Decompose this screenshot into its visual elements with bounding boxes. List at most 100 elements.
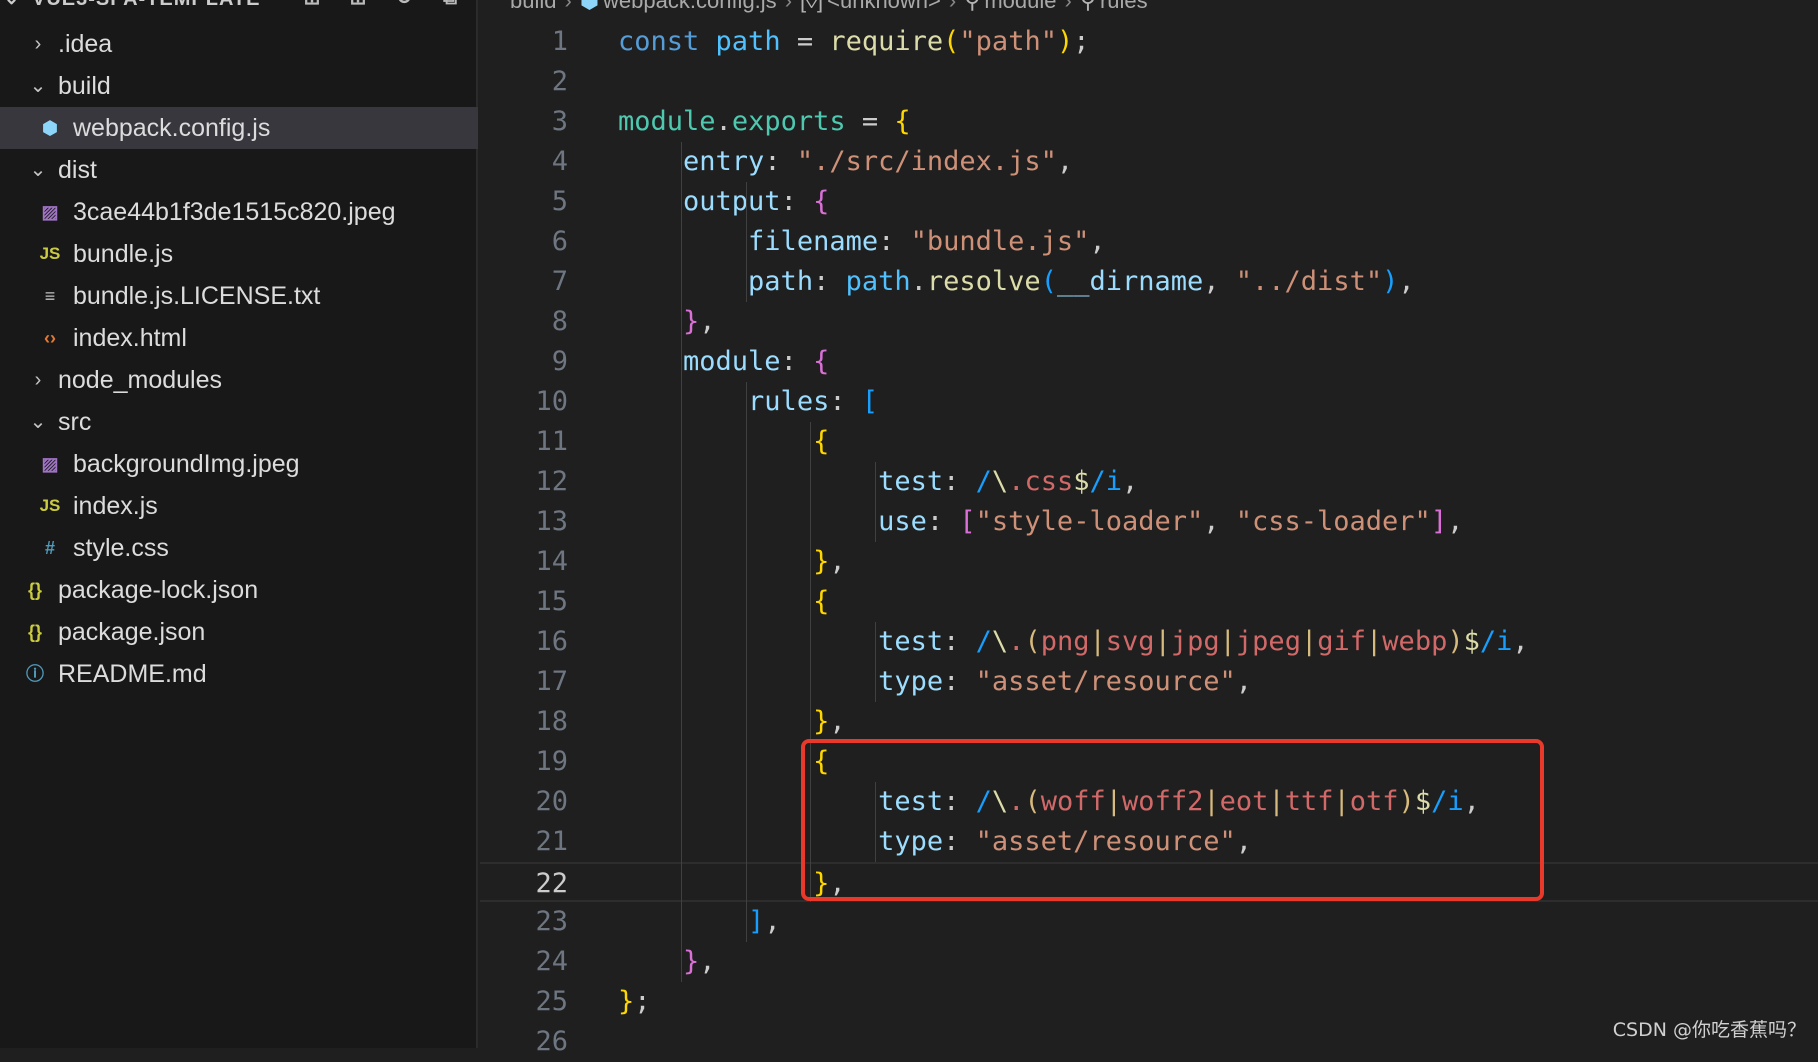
breadcrumb: build › ⬢ webpack.config.js › [◊] <unknown> › ⚲ m…	[510, 0, 1156, 16]
code-text: },	[683, 306, 716, 337]
chevron-down-icon[interactable]: ⌄	[28, 149, 48, 191]
tree-item-label: style.css	[73, 534, 169, 562]
explorer-header: ⌄ VUE3-SPA-TEMPLATE ⊞ ⊞ ↻ ⧉	[0, 0, 478, 14]
tree-item-label: .idea	[58, 30, 113, 58]
tree-item-label: node_modules	[58, 366, 223, 394]
code-line[interactable]: 3 module.exports = {	[480, 102, 1818, 142]
tree-item-label: README.md	[58, 660, 207, 688]
line-number: 6	[551, 226, 568, 257]
line-number: 17	[535, 666, 568, 697]
line-number: 7	[551, 266, 568, 297]
line-number: 22	[535, 868, 568, 899]
code-text: {	[813, 586, 830, 617]
tree-file[interactable]: JS bundle.js	[0, 233, 478, 275]
new-folder-icon[interactable]: ⊞	[346, 0, 370, 8]
text-file-icon: ≡	[44, 286, 56, 306]
project-title[interactable]: VUE3-SPA-TEMPLATE	[32, 0, 261, 11]
js-icon: JS	[39, 496, 61, 515]
tree-folder[interactable]: ⌄ build	[0, 65, 478, 107]
tree-item-label: package.json	[58, 618, 206, 646]
line-number: 16	[535, 626, 568, 657]
chevron-right-icon[interactable]: ›	[28, 359, 48, 401]
code-text: test: /\.(png|svg|jpg|jpeg|gif|webp)$/i,	[878, 626, 1529, 657]
new-file-icon[interactable]: ⊞	[300, 0, 324, 8]
webpack-icon: ⬢	[579, 0, 600, 13]
code-text: {	[813, 746, 830, 777]
line-number: 8	[551, 306, 568, 337]
tree-folder[interactable]: ⌄ src	[0, 401, 478, 443]
symbol-key-icon: ⚲	[1079, 0, 1096, 13]
line-number: 15	[535, 586, 568, 617]
js-icon: JS	[39, 244, 61, 263]
tree-item-label: src	[58, 408, 92, 436]
line-number: 2	[551, 66, 568, 97]
tree-item-label: build	[58, 72, 111, 100]
tree-item-label: index.html	[73, 324, 187, 352]
code-text: rules: [	[748, 386, 879, 417]
breadcrumb-item[interactable]: build	[510, 0, 556, 13]
breadcrumb-item[interactable]: <unknown>	[827, 0, 941, 13]
breadcrumb-item[interactable]: webpack.config.js	[603, 0, 777, 13]
image-icon: ▨	[41, 202, 59, 222]
line-number: 26	[535, 1026, 568, 1057]
line-number: 21	[535, 826, 568, 857]
indent-guide	[875, 462, 877, 542]
tree-file[interactable]: # style.css	[0, 527, 478, 569]
code-text: output: {	[683, 186, 830, 217]
watermark: CSDN @你吃香蕉吗？	[1612, 1019, 1806, 1041]
code-line[interactable]: 2	[480, 62, 1818, 102]
line-number: 4	[551, 146, 568, 177]
line-number: 1	[551, 26, 568, 57]
breadcrumb-item[interactable]: module	[984, 0, 1056, 13]
indent-guide	[745, 382, 747, 942]
chevron-down-icon[interactable]: ⌄	[4, 0, 19, 9]
indent-guide	[875, 622, 877, 702]
code-text: },	[813, 546, 846, 577]
tree-file[interactable]: ≡ bundle.js.LICENSE.txt	[0, 275, 478, 317]
code-text: },	[813, 706, 846, 737]
code-text: entry: "./src/index.js",	[683, 146, 1074, 177]
indent-guide	[680, 142, 682, 982]
code-text: module.exports = {	[618, 106, 911, 137]
line-number: 5	[551, 186, 568, 217]
tree-item-label: backgroundImg.jpeg	[73, 450, 300, 478]
tree-folder[interactable]: › node_modules	[0, 359, 478, 401]
chevron-down-icon[interactable]: ⌄	[28, 65, 48, 107]
tree-file[interactable]: ⓘ README.md	[0, 653, 478, 695]
image-icon: ▨	[41, 454, 59, 474]
code-text: module: {	[683, 346, 830, 377]
line-number: 19	[535, 746, 568, 777]
tree-folder[interactable]: › .idea	[0, 23, 478, 65]
tree-item-label: bundle.js	[73, 240, 174, 268]
html-icon: ‹›	[44, 328, 56, 348]
code-text: ],	[748, 906, 781, 937]
symbol-key-icon: ⚲	[964, 0, 981, 13]
collapse-all-icon[interactable]: ⧉	[438, 0, 462, 8]
tree-folder[interactable]: ⌄ dist	[0, 149, 478, 191]
tree-file[interactable]: {} package-lock.json	[0, 569, 478, 611]
code-text: type: "asset/resource",	[878, 666, 1252, 697]
chevron-down-icon[interactable]: ⌄	[28, 401, 48, 443]
info-icon: ⓘ	[26, 664, 44, 684]
symbol-variable-icon: [◊]	[800, 0, 824, 13]
line-number: 11	[535, 426, 568, 457]
refresh-icon[interactable]: ↻	[392, 0, 416, 8]
tree-file[interactable]: ▨ 3cae44b1f3de1515c820.jpeg	[0, 191, 478, 233]
css-icon: #	[44, 538, 55, 558]
tree-file[interactable]: ⬢ webpack.config.js	[0, 107, 478, 149]
line-number: 13	[535, 506, 568, 537]
tree-file[interactable]: ▨ backgroundImg.jpeg	[0, 443, 478, 485]
webpack-icon: ⬢	[42, 118, 58, 138]
chevron-right-icon[interactable]: ›	[28, 23, 48, 65]
line-number: 9	[551, 346, 568, 377]
tree-file[interactable]: {} package.json	[0, 611, 478, 653]
breadcrumb-item[interactable]: rules	[1100, 0, 1148, 13]
code-text: filename: "bundle.js",	[748, 226, 1106, 257]
line-number: 3	[551, 106, 568, 137]
tree-file[interactable]: JS index.js	[0, 485, 478, 527]
tree-file[interactable]: ‹› index.html	[0, 317, 478, 359]
json-icon: {}	[27, 622, 42, 642]
code-line[interactable]: 1 const path = require("path");	[480, 22, 1818, 62]
line-number: 23	[535, 906, 568, 937]
code-text: },	[683, 946, 716, 977]
